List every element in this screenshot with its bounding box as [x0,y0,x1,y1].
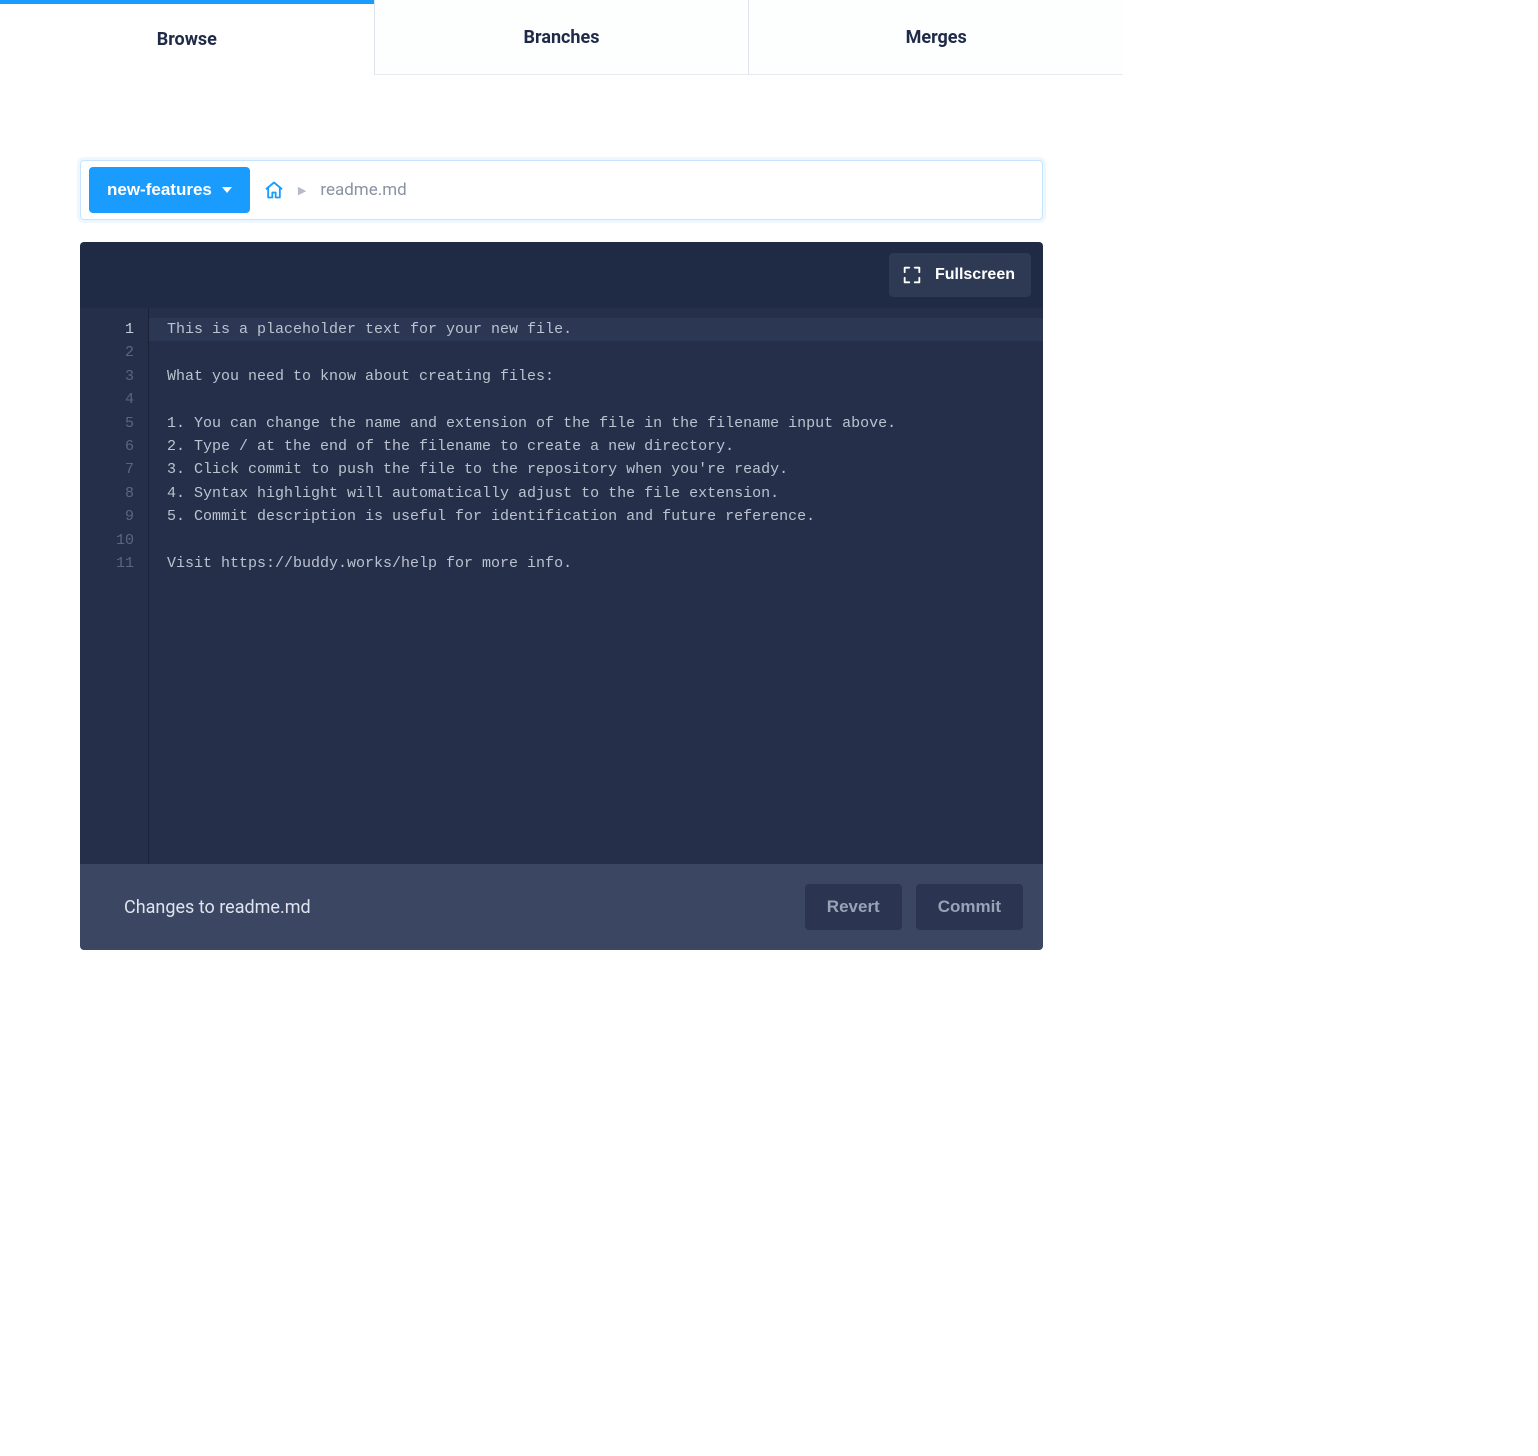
line-number: 10 [80,529,134,552]
code-line: 1. You can change the name and extension… [167,412,1025,435]
code-line [167,529,1025,552]
tab-merges[interactable]: Merges [749,0,1123,75]
code-line: What you need to know about creating fil… [167,365,1025,388]
code-line [167,388,1025,411]
tab-branches[interactable]: Branches [374,0,750,75]
fullscreen-label: Fullscreen [935,266,1015,284]
fullscreen-button[interactable]: Fullscreen [889,253,1031,297]
home-icon[interactable] [264,180,284,200]
tab-browse[interactable]: Browse [0,0,374,75]
line-number: 6 [80,435,134,458]
line-number: 7 [80,458,134,481]
revert-button[interactable]: Revert [805,884,902,930]
code-line [167,341,1025,364]
branch-name: new-features [107,180,212,200]
tab-label: Branches [524,27,600,48]
commit-button[interactable]: Commit [916,884,1023,930]
line-gutter: 1 2 3 4 5 6 7 8 9 10 11 [80,308,149,864]
tab-label: Browse [157,29,217,50]
tabs: Browse Branches Merges [0,0,1123,75]
fullscreen-icon [901,264,923,286]
code-line: 3. Click commit to push the file to the … [167,458,1025,481]
code-line: 2. Type / at the end of the filename to … [167,435,1025,458]
line-number: 1 [80,318,134,341]
branch-dropdown[interactable]: new-features [89,167,250,213]
editor-footer: Changes to readme.md Revert Commit [80,864,1043,950]
footer-actions: Revert Commit [805,884,1023,930]
changes-label: Changes to readme.md [124,897,311,918]
line-number: 4 [80,388,134,411]
revert-label: Revert [827,897,880,916]
line-number: 3 [80,365,134,388]
line-number: 11 [80,552,134,575]
line-number: 2 [80,341,134,364]
code-line: 5. Commit description is useful for iden… [167,505,1025,528]
commit-label: Commit [938,897,1001,916]
breadcrumb-file: readme.md [320,180,406,200]
breadcrumb: new-features ▶ readme.md [80,160,1043,220]
code-area[interactable]: 1 2 3 4 5 6 7 8 9 10 11 This is a placeh… [80,308,1043,864]
editor-toolbar: Fullscreen [80,242,1043,308]
line-number: 5 [80,412,134,435]
chevron-down-icon [222,187,232,193]
code-line: This is a placeholder text for your new … [167,318,1025,341]
line-number: 9 [80,505,134,528]
code-content[interactable]: This is a placeholder text for your new … [149,308,1043,864]
code-editor: Fullscreen 1 2 3 4 5 6 7 8 9 10 11 [80,242,1043,864]
line-number: 8 [80,482,134,505]
code-line: Visit https://buddy.works/help for more … [167,552,1025,575]
tab-label: Merges [906,27,967,48]
code-line: 4. Syntax highlight will automatically a… [167,482,1025,505]
breadcrumb-separator-icon: ▶ [298,184,306,197]
